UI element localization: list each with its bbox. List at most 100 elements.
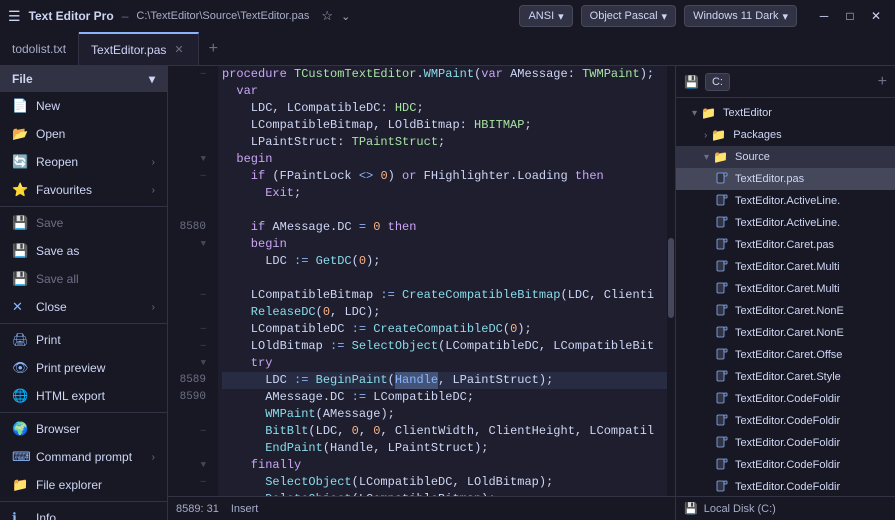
- favourites-icon: ⭐: [12, 182, 28, 198]
- tab-todolist[interactable]: todolist.txt: [0, 32, 79, 65]
- right-panel: 💾 C: + ▾📁TextEditor›📁Packages▾📁SourceTex…: [675, 66, 895, 520]
- tab-close-button[interactable]: ✕: [172, 42, 185, 57]
- file-pas-icon: [716, 348, 728, 363]
- sidebar-item-commandprompt[interactable]: ⌨ Command prompt ›: [0, 443, 167, 471]
- code-line: if (FPaintLock <> 0) or FHighlighter.Loa…: [222, 168, 667, 185]
- line-number: [172, 83, 210, 100]
- saveas-icon: 💾: [12, 243, 28, 259]
- sidebar-item-save[interactable]: 💾 Save: [0, 209, 167, 237]
- code-line: EndPaint(Handle, LPaintStruct);: [222, 440, 667, 457]
- tree-item-label: TextEditor: [723, 107, 772, 119]
- favourites-chevron-icon: ›: [152, 185, 155, 196]
- tab-texteditor[interactable]: TextEditor.pas ✕: [79, 32, 199, 65]
- path-chevron-icon[interactable]: ⌄: [341, 10, 350, 23]
- drive-selector[interactable]: C:: [705, 73, 730, 91]
- sidebar-item-print[interactable]: 🖨 Print: [0, 326, 167, 354]
- tree-item[interactable]: TextEditor.CodeFoldir: [676, 388, 895, 410]
- sidebar-item-label: Save as: [36, 244, 79, 258]
- tree-item[interactable]: TextEditor.Caret.Style: [676, 366, 895, 388]
- sidebar-item-label: Reopen: [36, 155, 78, 169]
- tree-item[interactable]: TextEditor.Caret.Multi: [676, 256, 895, 278]
- sidebar-item-saveas[interactable]: 💾 Save as: [0, 237, 167, 265]
- line-number: [172, 185, 210, 202]
- sidebar-item-reopen[interactable]: 🔄 Reopen ›: [0, 148, 167, 176]
- tree-item[interactable]: ▾📁Source: [676, 146, 895, 168]
- sidebar-item-close[interactable]: ✕ Close ›: [0, 293, 167, 321]
- sidebar-item-label: Save all: [36, 272, 79, 286]
- scrollbar[interactable]: [667, 66, 675, 496]
- tree-item-label: TextEditor.Caret.Style: [735, 371, 841, 383]
- language-dropdown[interactable]: Object Pascal ▾: [581, 5, 676, 27]
- tree-item[interactable]: TextEditor.Caret.Offse: [676, 344, 895, 366]
- line-number: 8590: [172, 389, 210, 406]
- open-icon: 📂: [12, 126, 28, 142]
- sidebar-item-open[interactable]: 📂 Open: [0, 120, 167, 148]
- file-menu-button[interactable]: File ▾: [0, 66, 167, 92]
- line-number: [172, 440, 210, 457]
- tree-item[interactable]: TextEditor.Caret.NonE: [676, 300, 895, 322]
- sidebar-item-browser[interactable]: 🌍 Browser: [0, 415, 167, 443]
- sidebar-item-htmlexport[interactable]: 🌐 HTML export: [0, 382, 167, 410]
- line-number: ─: [172, 338, 210, 355]
- htmlexport-icon: 🌐: [12, 388, 28, 404]
- code-container[interactable]: ─▼─8580▼───▼85898590─▼───▲8600 procedure…: [168, 66, 675, 496]
- tree-item[interactable]: TextEditor.CodeFoldir: [676, 476, 895, 496]
- line-number: [172, 134, 210, 151]
- sidebar-item-label: Print: [36, 333, 61, 347]
- minimize-button[interactable]: ─: [813, 5, 835, 27]
- sidebar-item-label: Command prompt: [36, 450, 132, 464]
- sidebar-item-info[interactable]: ℹ Info: [0, 504, 167, 520]
- tree-item[interactable]: TextEditor.CodeFoldir: [676, 432, 895, 454]
- tree-item[interactable]: TextEditor.ActiveLine.: [676, 212, 895, 234]
- code-line: BitBlt(LDC, 0, 0, ClientWidth, ClientHei…: [222, 423, 667, 440]
- sidebar-item-label: Browser: [36, 422, 80, 436]
- tree-item[interactable]: TextEditor.Caret.NonE: [676, 322, 895, 344]
- close-button[interactable]: ✕: [865, 5, 887, 27]
- line-number: ─: [172, 321, 210, 338]
- tree-item-label: TextEditor.ActiveLine.: [735, 217, 840, 229]
- line-number: [172, 117, 210, 134]
- code-line: begin: [222, 151, 667, 168]
- file-pas-icon: [716, 370, 728, 385]
- add-panel-button[interactable]: +: [878, 73, 887, 91]
- tree-item[interactable]: ›📁Packages: [676, 124, 895, 146]
- printpreview-icon: 👁: [12, 360, 28, 376]
- sidebar-item-printpreview[interactable]: 👁 Print preview: [0, 354, 167, 382]
- theme-dropdown[interactable]: Windows 11 Dark ▾: [684, 5, 797, 27]
- file-pas-icon: [716, 414, 728, 429]
- scrollbar-thumb[interactable]: [668, 238, 674, 318]
- bookmark-icon[interactable]: ☆: [321, 8, 333, 24]
- sidebar-item-new[interactable]: 📄 New: [0, 92, 167, 120]
- menu-icon[interactable]: ☰: [8, 8, 21, 25]
- sidebar-item-fileexplorer[interactable]: 📁 File explorer: [0, 471, 167, 499]
- code-line: LCompatibleBitmap := CreateCompatibleBit…: [222, 287, 667, 304]
- tree-item[interactable]: ▾📁TextEditor: [676, 102, 895, 124]
- close-file-icon: ✕: [12, 299, 28, 315]
- maximize-button[interactable]: □: [839, 5, 861, 27]
- divider-4: [0, 501, 167, 502]
- folder-icon: 📁: [713, 150, 728, 164]
- code-line: [222, 270, 667, 287]
- code-line: try: [222, 355, 667, 372]
- encoding-dropdown[interactable]: ANSI ▾: [519, 5, 572, 27]
- tree-item[interactable]: TextEditor.pas: [676, 168, 895, 190]
- sidebar-item-favourites[interactable]: ⭐ Favourites ›: [0, 176, 167, 204]
- browser-icon: 🌍: [12, 421, 28, 437]
- sidebar-item-saveall[interactable]: 💾 Save all: [0, 265, 167, 293]
- tree-item[interactable]: TextEditor.CodeFoldir: [676, 454, 895, 476]
- folder-icon: 📁: [701, 106, 716, 120]
- title-separator: –: [122, 9, 129, 23]
- file-pas-icon: [716, 172, 728, 187]
- new-tab-button[interactable]: +: [199, 40, 228, 58]
- file-pas-icon: [716, 282, 728, 297]
- tree-item[interactable]: TextEditor.ActiveLine.: [676, 190, 895, 212]
- sidebar-item-label: File explorer: [36, 478, 102, 492]
- line-number: 8580: [172, 219, 210, 236]
- tree-item[interactable]: TextEditor.CodeFoldir: [676, 410, 895, 432]
- tree-item[interactable]: TextEditor.Caret.Multi: [676, 278, 895, 300]
- code-content[interactable]: procedure TCustomTextEditor.WMPaint(var …: [218, 66, 667, 496]
- tree-item[interactable]: TextEditor.Caret.pas: [676, 234, 895, 256]
- file-menu-chevron-icon: ▾: [149, 72, 155, 86]
- save-icon: 💾: [12, 215, 28, 231]
- file-tree: ▾📁TextEditor›📁Packages▾📁SourceTextEditor…: [676, 98, 895, 496]
